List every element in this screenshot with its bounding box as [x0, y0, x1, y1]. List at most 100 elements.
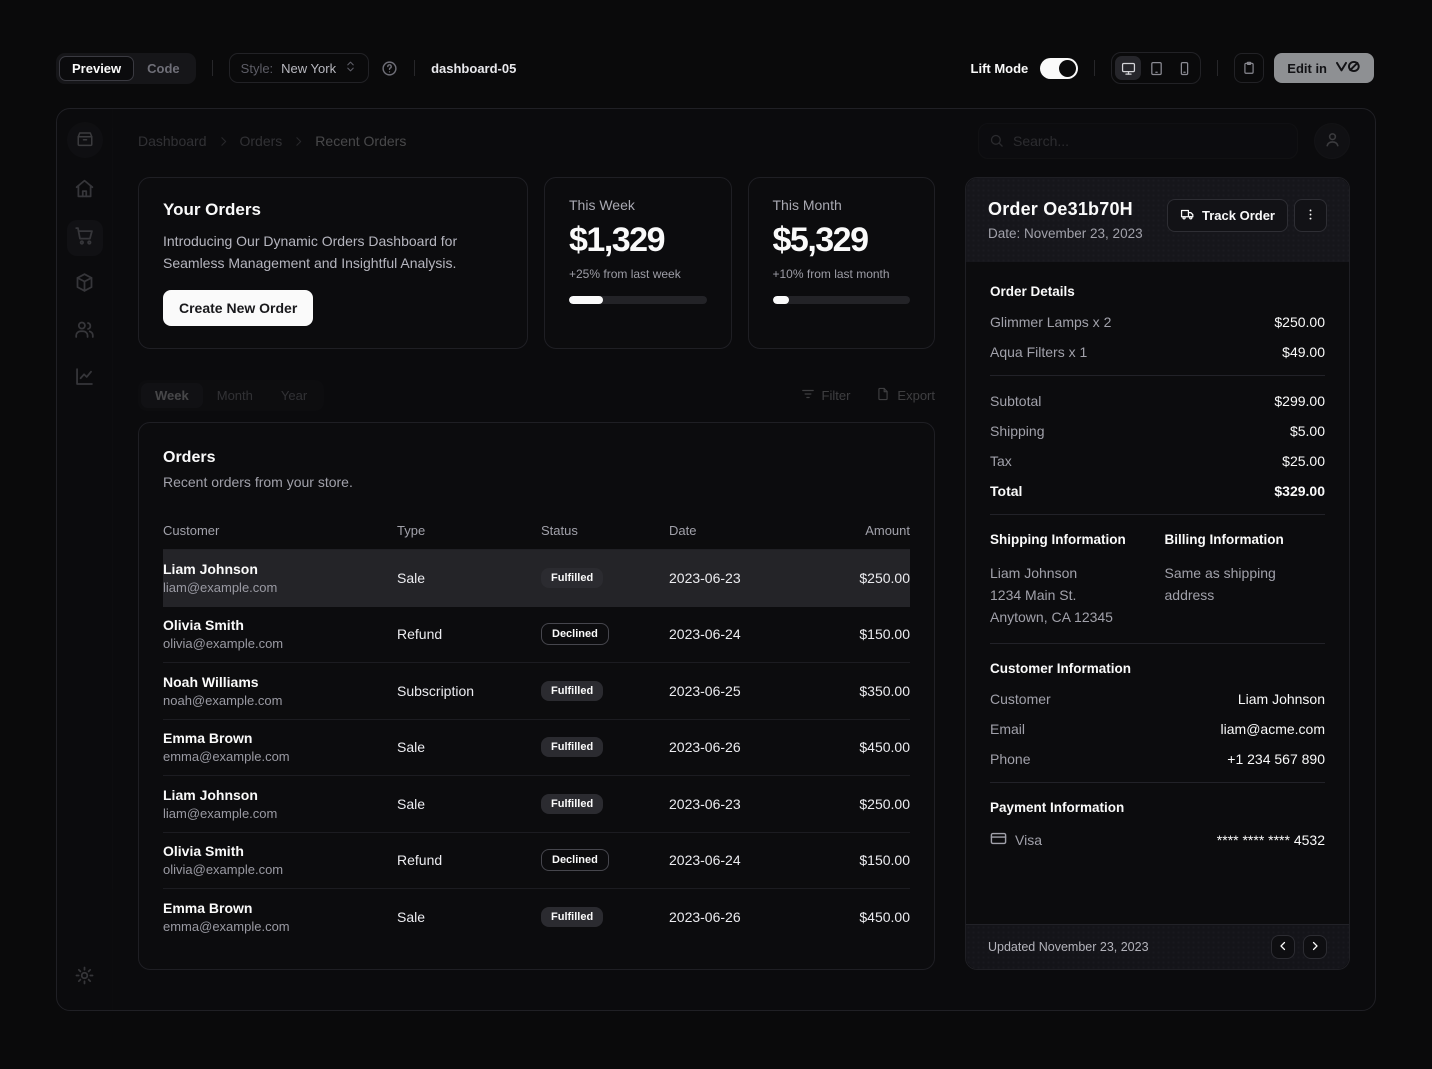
divider: [1217, 60, 1218, 76]
order-amount: $350.00: [819, 683, 910, 699]
table-row[interactable]: Noah Williamsnoah@example.com Subscripti…: [163, 663, 910, 720]
sidebar-item-orders[interactable]: [67, 220, 103, 256]
user-icon: [1323, 130, 1342, 152]
order-type: Refund: [397, 626, 541, 642]
payment-info-heading: Payment Information: [990, 800, 1325, 815]
tab-week[interactable]: Week: [141, 383, 203, 408]
progress-fill: [773, 296, 790, 304]
billing-text: Same as shipping address: [1165, 562, 1295, 606]
chevron-right-icon: [1309, 940, 1321, 955]
device-phone-button[interactable]: [1171, 56, 1197, 80]
email-label: Email: [990, 721, 1025, 737]
order-header: Order Oe31b70H Date: November 23, 2023 T…: [966, 178, 1349, 262]
shipping-value: $5.00: [1290, 423, 1325, 439]
more-options-button[interactable]: [1294, 199, 1327, 232]
promo-title: Your Orders: [163, 200, 503, 220]
package-logo-icon: [76, 130, 94, 151]
line-item: Aqua Filters x 1$49.00: [990, 344, 1325, 360]
order-date: 2023-06-26: [669, 739, 819, 755]
tab-code[interactable]: Code: [134, 56, 193, 81]
truck-icon: [1180, 207, 1195, 225]
table-row[interactable]: Emma Brownemma@example.com Sale Fulfille…: [163, 889, 910, 946]
device-size-toggle: [1111, 52, 1201, 84]
order-amount: $450.00: [819, 909, 910, 925]
clipboard-copy-button[interactable]: [1234, 53, 1264, 83]
help-icon[interactable]: [381, 60, 398, 77]
customer-name: Emma Brown: [163, 730, 397, 746]
sidebar-item-customers[interactable]: [67, 314, 103, 350]
table-row[interactable]: Liam Johnsonliam@example.com Sale Fulfil…: [163, 550, 910, 607]
create-new-order-button[interactable]: Create New Order: [163, 290, 313, 326]
total-row: Total$329.00: [990, 483, 1325, 499]
order-date: 2023-06-23: [669, 570, 819, 586]
search-icon: [989, 133, 1004, 148]
tab-preview[interactable]: Preview: [59, 56, 134, 81]
package-icon: [74, 272, 95, 298]
shipping-row: Shipping$5.00: [990, 423, 1325, 439]
export-button[interactable]: Export: [876, 387, 935, 404]
filter-button[interactable]: Filter: [801, 387, 851, 404]
email-row: Email liam@acme.com: [990, 721, 1325, 737]
order-date: 2023-06-23: [669, 796, 819, 812]
edit-in-v0-button[interactable]: Edit in: [1274, 53, 1374, 83]
table-row[interactable]: Olivia Smitholivia@example.com Refund De…: [163, 833, 910, 890]
sidebar-item-products[interactable]: [67, 267, 103, 303]
status-badge: Declined: [541, 849, 609, 871]
device-tablet-button[interactable]: [1143, 56, 1169, 80]
next-order-button[interactable]: [1303, 935, 1327, 959]
tax-label: Tax: [990, 453, 1012, 469]
breadcrumb-recent-orders: Recent Orders: [315, 133, 406, 149]
search-input[interactable]: [978, 123, 1298, 159]
customer-email: noah@example.com: [163, 693, 397, 708]
customer-name: Olivia Smith: [163, 617, 397, 633]
subtotal-row: Subtotal$299.00: [990, 393, 1325, 409]
order-type: Sale: [397, 570, 541, 586]
tab-year[interactable]: Year: [267, 383, 321, 408]
col-customer: Customer: [163, 523, 397, 538]
sidebar-nav: [67, 173, 103, 397]
breadcrumb-orders[interactable]: Orders: [240, 133, 283, 149]
table-row[interactable]: Emma Brownemma@example.com Sale Fulfille…: [163, 720, 910, 777]
lift-mode-label: Lift Mode: [971, 61, 1029, 76]
sidebar-item-settings[interactable]: [67, 960, 103, 996]
order-amount: $150.00: [819, 852, 910, 868]
avatar[interactable]: [1314, 123, 1350, 159]
tab-month[interactable]: Month: [203, 383, 267, 408]
style-value: New York: [281, 61, 336, 76]
sidebar-item-dashboard[interactable]: [67, 173, 103, 209]
customer-email: emma@example.com: [163, 919, 397, 934]
device-desktop-button[interactable]: [1115, 56, 1141, 80]
table-row[interactable]: Liam Johnsonliam@example.com Sale Fulfil…: [163, 776, 910, 833]
block-title: dashboard-05: [431, 61, 516, 76]
stat-delta: +25% from last week: [569, 267, 707, 281]
progress-bar: [773, 296, 911, 304]
divider: [414, 60, 415, 76]
status-badge: Declined: [541, 623, 609, 645]
phone-value: +1 234 567 890: [1227, 751, 1325, 767]
shipping-line: Liam Johnson: [990, 562, 1151, 584]
customer-email: emma@example.com: [163, 749, 397, 764]
breadcrumb-dashboard[interactable]: Dashboard: [138, 133, 207, 149]
orders-description: Recent orders from your store.: [163, 474, 910, 490]
subtotal-value: $299.00: [1274, 393, 1325, 409]
sidebar-item-analytics[interactable]: [67, 361, 103, 397]
orders-table: Customer Type Status Date Amount Liam Jo…: [163, 512, 910, 946]
shopping-cart-icon: [74, 225, 95, 251]
style-select[interactable]: Style: New York: [229, 53, 369, 83]
payment-row: Visa **** **** **** 4532: [990, 830, 1325, 850]
switch-knob: [1059, 60, 1076, 77]
app-frame: Dashboard Orders Recent Orders Your Orde…: [56, 108, 1376, 1011]
lift-mode-switch[interactable]: [1040, 58, 1078, 79]
previous-order-button[interactable]: [1271, 935, 1295, 959]
logo-button[interactable]: [67, 122, 103, 158]
order-amount: $450.00: [819, 739, 910, 755]
email-value: liam@acme.com: [1221, 721, 1325, 737]
export-label: Export: [897, 388, 935, 403]
table-row[interactable]: Olivia Smitholivia@example.com Refund De…: [163, 607, 910, 664]
customer-name: Emma Brown: [163, 900, 397, 916]
shipping-info: Shipping Information Liam Johnson 1234 M…: [990, 532, 1151, 628]
order-footer: Updated November 23, 2023: [966, 924, 1349, 969]
order-type: Refund: [397, 852, 541, 868]
track-order-button[interactable]: Track Order: [1167, 199, 1288, 232]
stat-label: This Week: [569, 197, 707, 213]
